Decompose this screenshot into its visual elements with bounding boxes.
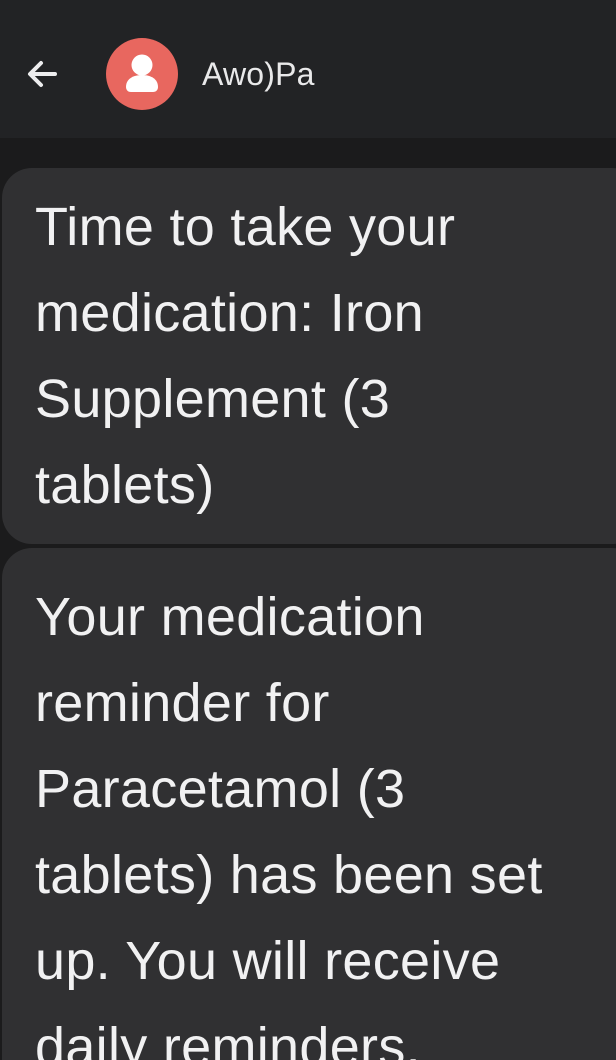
- arrow-back-icon: [28, 61, 57, 87]
- contact-avatar[interactable]: [106, 38, 178, 110]
- person-icon: [126, 54, 158, 92]
- message-text: Time to take your medication: Iron Suppl…: [35, 197, 456, 515]
- message-list[interactable]: Time to take your medication: Iron Suppl…: [0, 138, 616, 1060]
- message-text: Your medication reminder for Paracetamol…: [35, 587, 543, 1060]
- conversation-header: Awo)Pa: [0, 0, 616, 138]
- message-bubble[interactable]: Your medication reminder for Paracetamol…: [2, 548, 616, 1060]
- message-thread-screen: Awo)Pa Time to take your medication: Iro…: [0, 0, 616, 1060]
- back-button[interactable]: [20, 52, 64, 96]
- message-bubble[interactable]: Time to take your medication: Iron Suppl…: [2, 168, 616, 544]
- contact-name[interactable]: Awo)Pa: [202, 54, 315, 94]
